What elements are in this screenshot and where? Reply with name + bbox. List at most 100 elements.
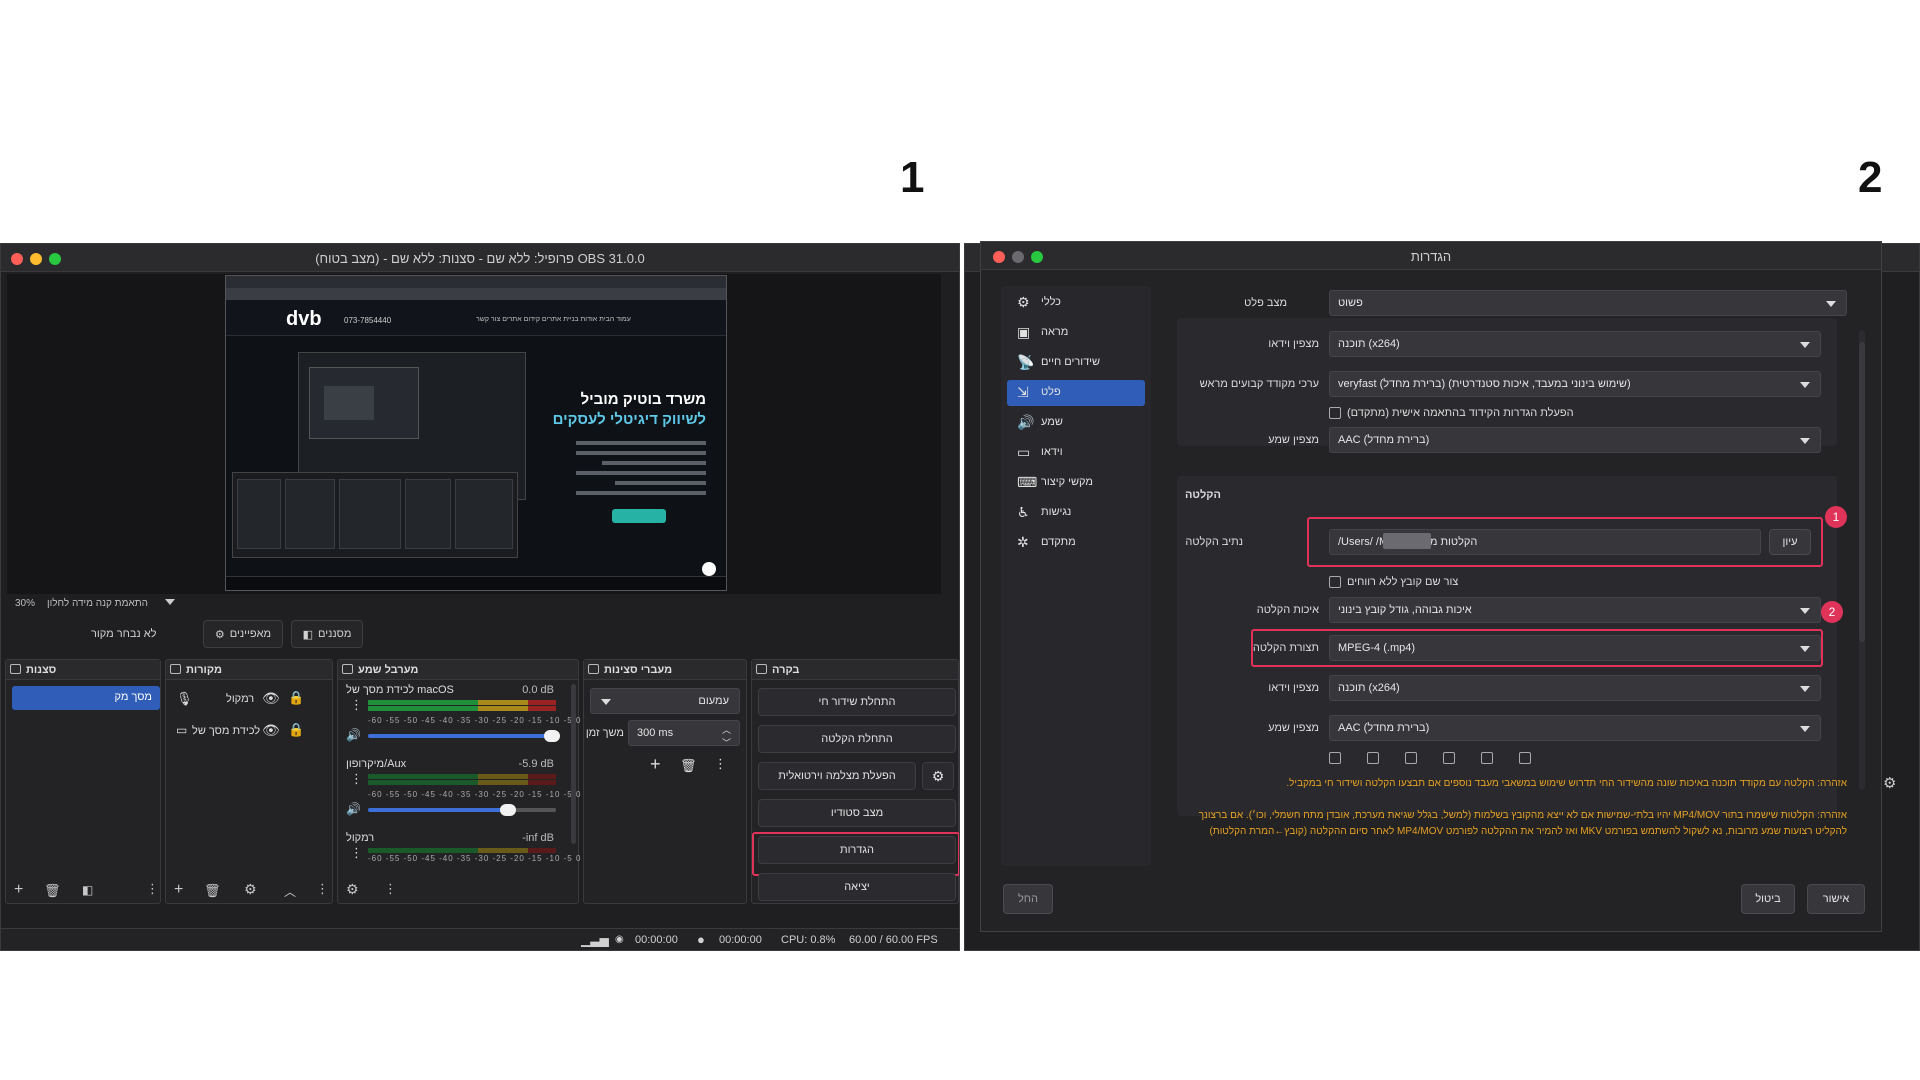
ok-button[interactable]: אישור — [1807, 884, 1865, 914]
trash-icon[interactable]: 🗑 — [680, 758, 697, 774]
monitor-icon: ▭ — [176, 723, 188, 737]
trash-icon[interactable]: 🗑 — [44, 883, 61, 899]
eye-icon[interactable]: 👁 — [262, 690, 280, 707]
dock-float-icon[interactable] — [756, 664, 767, 674]
audio-track-checkbox[interactable] — [1519, 752, 1531, 764]
dock-float-icon[interactable] — [170, 664, 181, 674]
monitor-icon: ▭ — [1017, 444, 1031, 460]
output-mode-select[interactable]: פשוט — [1329, 290, 1847, 316]
source-item[interactable]: 🎙 רמקול 👁 🔒 — [166, 688, 332, 714]
virtual-camera-settings-gear-icon[interactable]: ⚙ — [922, 762, 954, 790]
slider-knob[interactable] — [500, 804, 516, 816]
cancel-button[interactable]: ביטול — [1741, 884, 1795, 914]
stream-audio-encoder-select[interactable]: AAC (ברירת מחדל) — [1329, 427, 1821, 453]
scenes-title: סצנות — [26, 664, 57, 676]
add-source-icon[interactable]: + — [174, 881, 183, 899]
accessibility-icon: ♿ — [1017, 504, 1030, 520]
audio-track-checkbox[interactable] — [1367, 752, 1379, 764]
trash-icon[interactable]: 🗑 — [204, 883, 221, 899]
dock-float-icon[interactable] — [342, 664, 353, 674]
tools-icon: ✲ — [1017, 534, 1029, 550]
nav-appearance[interactable]: ▣ מראה — [1007, 320, 1145, 346]
audio-track-checkbox[interactable] — [1405, 752, 1417, 764]
kebab-menu-icon[interactable]: ⋮ — [146, 881, 159, 897]
add-scene-icon[interactable]: + — [14, 881, 23, 899]
slider-knob[interactable] — [544, 730, 560, 742]
rec-audio-encoder-select[interactable]: AAC (ברירת מחדל) — [1329, 715, 1821, 741]
kebab-menu-icon[interactable]: ⋮ — [350, 846, 363, 859]
settings-dialog: הגדרות ⚙ כללי ▣ מראה 📡 שידורים חיים ⇲ פלט 🔊 ש… — [980, 241, 1882, 932]
nav-video[interactable]: ▭ וידאו — [1007, 440, 1145, 466]
speaker-icon[interactable]: 🔊 — [346, 802, 361, 816]
kebab-menu-icon[interactable]: ⋮ — [714, 756, 727, 772]
preview-site-cta — [612, 509, 666, 523]
transition-type-select[interactable]: עמעום — [590, 688, 740, 714]
nav-audio[interactable]: 🔊 שמע — [1007, 410, 1145, 436]
audio-track-checkbox[interactable] — [1481, 752, 1493, 764]
kebab-menu-icon[interactable]: ⋮ — [316, 881, 329, 897]
gear-icon: ⚙ — [1883, 775, 1897, 792]
nav-general[interactable]: ⚙ כללי — [1007, 290, 1145, 316]
rec-video-encoder-select[interactable]: תוכנה (x264) — [1329, 675, 1821, 701]
volume-slider[interactable] — [368, 730, 560, 742]
lock-icon[interactable]: 🔒 — [288, 690, 304, 706]
audio-mixer-dock: מערבל שמע לכידת מסך של macOS 0.0 dB ⋮ -6… — [337, 659, 580, 904]
settings-scrollbar-thumb[interactable] — [1859, 342, 1865, 642]
zoom-mode-select[interactable]: התאמת קנה מידה לחלון — [47, 598, 148, 609]
recording-quality-value: איכות גבוהה, גודל קובץ בינוני — [1338, 604, 1472, 616]
kebab-menu-icon[interactable]: ⋮ — [350, 772, 363, 785]
program-preview[interactable]: dvb 073-7854440 עמוד הבית אודות בניית את… — [225, 275, 727, 591]
properties-button[interactable]: ⚙ מאפיינים — [203, 620, 283, 648]
filters-button[interactable]: ◧ מסננים — [291, 620, 363, 648]
chevron-down-icon[interactable] — [165, 599, 175, 605]
source-item[interactable]: ▭ לכידת מסך של 👁 🔒 — [166, 720, 332, 746]
nav-output[interactable]: ⇲ פלט — [1007, 380, 1145, 406]
eye-icon[interactable]: 👁 — [262, 722, 280, 739]
transition-type-value: עמעום — [698, 695, 729, 707]
audio-track-checkbox[interactable] — [1329, 752, 1341, 764]
recording-format-select[interactable]: MPEG-4 (.mp4) — [1329, 635, 1821, 661]
lock-icon[interactable]: 🔒 — [288, 722, 304, 738]
stream-video-encoder-select[interactable]: תוכנה (x264) — [1329, 331, 1821, 357]
kebab-menu-icon[interactable]: ⋮ — [350, 698, 363, 711]
chevron-up-icon[interactable]: ︿ — [284, 883, 296, 900]
settings-button[interactable]: הגדרות — [758, 836, 956, 864]
studio-mode-button[interactable]: מצב סטודיו — [758, 799, 956, 827]
recording-quality-select[interactable]: איכות גבוהה, גודל קובץ בינוני — [1329, 597, 1821, 623]
encoder-preset-select[interactable]: veryfast (ברירת מחדל) (שימוש בינוני במעב… — [1329, 371, 1821, 397]
speaker-icon: 🔊 — [1017, 414, 1035, 430]
start-recording-button[interactable]: התחלת הקלטה — [758, 725, 956, 753]
mixer-scrollbar[interactable] — [571, 684, 576, 844]
custom-encoder-checkbox[interactable] — [1329, 407, 1341, 419]
encoder-preset-value: veryfast (ברירת מחדל) (שימוש בינוני במעב… — [1338, 378, 1631, 390]
exit-button[interactable]: יציאה — [758, 873, 956, 901]
add-transition-icon[interactable]: + — [650, 754, 661, 775]
nav-accessibility[interactable]: ♿ נגישות — [1007, 500, 1145, 526]
scenes-dock: סצנות מסך מק + 🗑 ◧ ⋮ — [5, 659, 161, 904]
speaker-icon[interactable]: 🔊 — [346, 728, 361, 742]
volume-slider[interactable] — [368, 804, 556, 816]
nav-stream[interactable]: 📡 שידורים חיים — [1007, 350, 1145, 376]
nav-advanced[interactable]: ✲ מתקדם — [1007, 530, 1145, 556]
kebab-menu-icon[interactable]: ⋮ — [384, 881, 397, 897]
rec-audio-encoder-value: AAC (ברירת מחדל) — [1338, 722, 1430, 734]
duration-spinbox[interactable]: 300 ms ︿ ﹀ — [628, 720, 740, 746]
nav-hotkeys[interactable]: ⌨ מקשי קיצור — [1007, 470, 1145, 496]
scene-filter-icon[interactable]: ◧ — [82, 883, 93, 897]
gear-icon[interactable]: ⚙ — [244, 881, 257, 898]
preview-browser-bar — [226, 276, 726, 288]
browse-button[interactable]: עיון — [1769, 529, 1811, 555]
audio-track-checkbox[interactable] — [1443, 752, 1455, 764]
preview-site-phone: 073-7854440 — [344, 316, 392, 325]
dock-float-icon[interactable] — [588, 664, 599, 674]
volume-meter — [368, 700, 556, 714]
start-virtual-camera-button[interactable]: הפעלת מצלמה וירטואלית — [758, 762, 916, 790]
no-spaces-checkbox[interactable] — [1329, 576, 1341, 588]
scene-item[interactable]: מסך מק — [12, 686, 160, 710]
apply-button[interactable]: החל — [1003, 884, 1053, 914]
dock-float-icon[interactable] — [10, 664, 21, 674]
mixer-settings-icon[interactable]: ⚙ — [346, 881, 359, 898]
spin-arrows-icon[interactable]: ︿ ﹀ — [722, 723, 731, 745]
stream-video-encoder-label: מצפין וידאו — [1268, 338, 1319, 350]
start-streaming-button[interactable]: התחלת שידור חי — [758, 688, 956, 716]
